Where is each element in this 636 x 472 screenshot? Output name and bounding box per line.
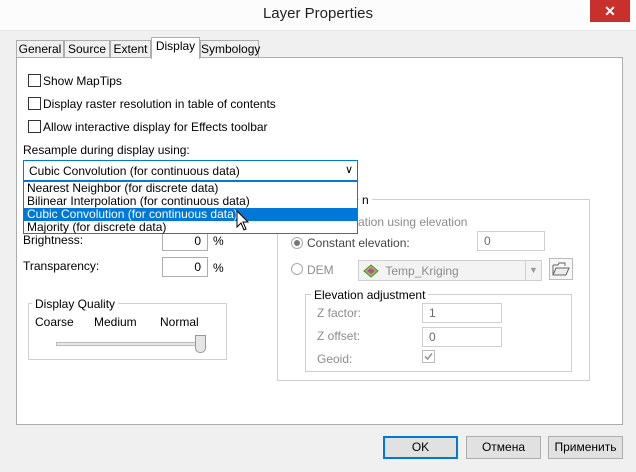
dem-select-value: Temp_Kriging	[385, 263, 459, 278]
brightness-input[interactable]: 0	[162, 231, 208, 251]
z-offset-input[interactable]: 0	[422, 327, 502, 347]
chevron-down-icon[interactable]: ∨	[345, 163, 353, 176]
tab-display[interactable]: Display	[151, 37, 200, 59]
show-maptips-label: Show MapTips	[43, 74, 122, 88]
transparency-label: Transparency:	[23, 259, 100, 273]
apply-button[interactable]: Применить	[548, 436, 623, 459]
browse-dem-button[interactable]	[549, 258, 573, 280]
dem-select[interactable]: Temp_Kriging ▼	[358, 260, 542, 281]
brightness-label: Brightness:	[23, 233, 84, 247]
z-offset-label: Z offset:	[317, 329, 361, 343]
resample-dropdown: Nearest Neighbor (for discrete data) Bil…	[23, 181, 358, 234]
dem-label: DEM	[307, 263, 334, 277]
constant-elevation-radio[interactable]	[291, 237, 303, 249]
elevation-group-title: n	[359, 193, 372, 207]
tab-source[interactable]: Source	[64, 40, 110, 58]
close-button[interactable]: ✕	[590, 0, 630, 22]
quality-slider-thumb[interactable]	[195, 335, 206, 353]
mouse-cursor-icon	[236, 210, 250, 231]
constant-elevation-label: Constant elevation:	[307, 236, 410, 250]
z-factor-input[interactable]: 1	[422, 303, 502, 323]
quality-coarse-label: Coarse	[35, 315, 74, 329]
resample-select[interactable]: Cubic Convolution (for continuous data) …	[23, 160, 358, 181]
brightness-unit: %	[213, 234, 224, 248]
open-folder-icon	[552, 262, 570, 276]
z-factor-label: Z factor:	[317, 306, 362, 320]
display-raster-res-label: Display raster resolution in table of co…	[43, 97, 276, 111]
tab-general[interactable]: General	[16, 40, 64, 58]
resample-label: Resample during display using:	[23, 143, 190, 157]
transparency-input[interactable]: 0	[162, 257, 208, 277]
display-quality-title: Display Quality	[32, 297, 119, 311]
constant-elevation-input[interactable]: 0	[477, 231, 545, 251]
geoid-label: Geoid:	[317, 352, 353, 366]
dem-radio[interactable]	[291, 263, 303, 275]
quality-normal-label: Normal	[160, 315, 199, 329]
raster-layer-icon	[363, 264, 379, 278]
checkmark-icon	[424, 352, 433, 361]
window-title: Layer Properties	[262, 5, 374, 22]
geoid-checkbox[interactable]	[422, 350, 435, 363]
resample-option-majority[interactable]: Majority (for discrete data)	[24, 221, 357, 234]
dem-dropdown-arrow-icon[interactable]: ▼	[525, 261, 541, 280]
tab-symbology[interactable]: Symbology	[200, 40, 260, 58]
quality-slider-track[interactable]	[56, 342, 206, 346]
ok-button[interactable]: OK	[383, 436, 458, 459]
display-raster-res-checkbox[interactable]	[28, 97, 41, 110]
allow-interactive-label: Allow interactive display for Effects to…	[43, 120, 268, 134]
elevation-option-label: ation using elevation	[358, 215, 468, 229]
transparency-unit: %	[213, 261, 224, 275]
allow-interactive-checkbox[interactable]	[28, 120, 41, 133]
show-maptips-checkbox[interactable]	[28, 74, 41, 87]
tab-extent[interactable]: Extent	[110, 40, 151, 58]
quality-medium-label: Medium	[94, 315, 137, 329]
resample-select-value: Cubic Convolution (for continuous data)	[29, 164, 240, 178]
elevation-adjustment-title: Elevation adjustment	[311, 288, 429, 302]
cancel-button[interactable]: Отмена	[466, 436, 541, 459]
